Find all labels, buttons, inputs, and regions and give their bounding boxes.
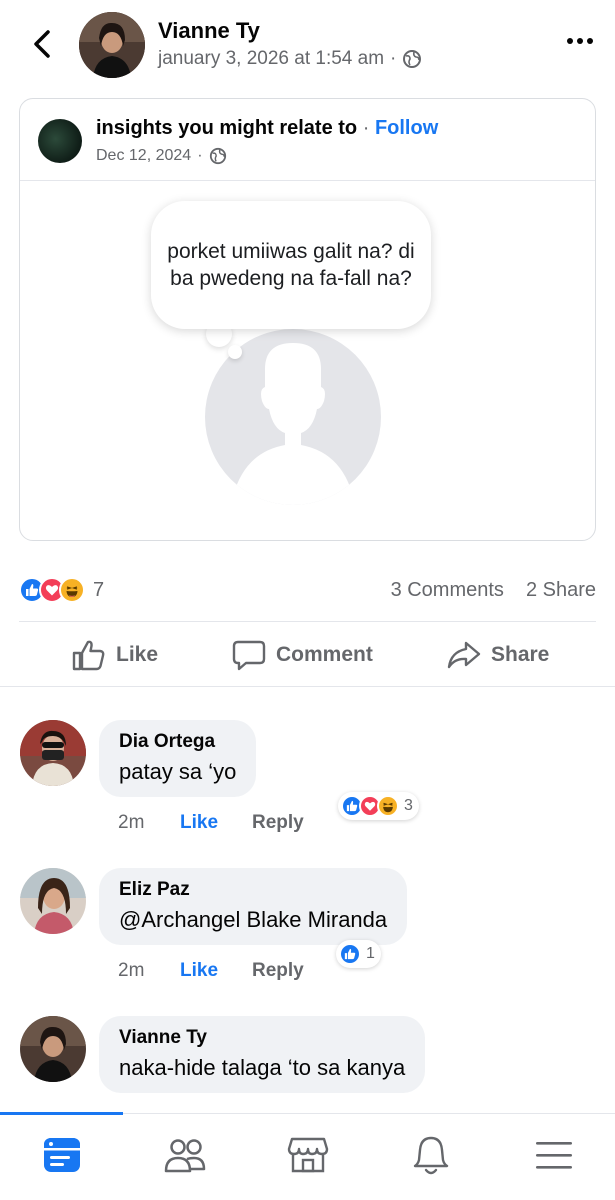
comment-icon	[232, 640, 266, 671]
comment-time: 2m	[118, 812, 145, 833]
friends-icon	[164, 1139, 205, 1173]
divider	[19, 621, 596, 622]
marketplace-icon	[287, 1137, 328, 1173]
meta-separator: ·	[390, 48, 397, 69]
haha-reaction-icon	[377, 795, 399, 817]
more-options-button[interactable]	[565, 22, 595, 53]
bottom-tab-bar	[0, 1112, 615, 1200]
chevron-left-icon	[34, 30, 50, 58]
globe-icon	[403, 50, 422, 68]
commenter-avatar[interactable]	[20, 720, 86, 786]
haha-reaction-icon	[59, 577, 85, 603]
comments-count[interactable]: 3 Comments	[391, 579, 504, 602]
comment-label: Comment	[276, 643, 373, 666]
shares-count[interactable]: 2 Share	[526, 579, 596, 602]
share-button[interactable]: Share	[447, 640, 549, 670]
commenter-name[interactable]: Dia Ortega	[119, 731, 236, 753]
title-separator: ·	[362, 117, 370, 139]
commenter-name[interactable]: Vianne Ty	[119, 1027, 405, 1049]
post-stats: 7 3 Comments 2 Share	[19, 572, 596, 608]
post-header: Vianne Ty january 3, 2026 at 1:54 am ·	[0, 0, 615, 90]
thought-bubble-text: porket umiiwas galit na? di ba pwedeng n…	[167, 240, 415, 290]
comment-reactions[interactable]: 1	[336, 940, 381, 968]
comment-bubble[interactable]: Dia Ortega patay sa ‘yo	[99, 720, 257, 797]
globe-icon	[209, 147, 226, 165]
stats-right: 3 Comments 2 Share	[391, 579, 596, 602]
shared-post-image[interactable]: porket umiiwas galit na? di ba pwedeng n…	[20, 181, 595, 540]
comment-button[interactable]: Comment	[232, 639, 373, 671]
commenter-name[interactable]: Eliz Paz	[119, 879, 387, 901]
poster-avatar[interactable]	[79, 12, 145, 78]
tab-friends[interactable]	[123, 1132, 246, 1178]
reaction-count[interactable]: 7	[93, 579, 104, 602]
menu-icon	[535, 1142, 572, 1169]
tab-feed[interactable]	[0, 1132, 123, 1178]
like-button[interactable]: Like	[72, 639, 158, 671]
comment-like-button[interactable]: Like	[180, 960, 252, 982]
comment-text: naka-hide talaga ‘to sa kanya	[119, 1055, 406, 1080]
notifications-icon	[413, 1136, 448, 1175]
comment-bubble[interactable]: Vianne Ty naka-hide talaga ‘to sa kanya	[99, 1016, 426, 1093]
like-reaction-icon	[339, 943, 361, 965]
comment-reaction-count: 3	[404, 797, 413, 814]
share-icon	[447, 641, 481, 669]
share-label: Share	[491, 643, 550, 666]
comment-meta: 2m Like Reply	[118, 960, 304, 982]
shared-post-title: insights you might relate to · Follow	[96, 117, 438, 140]
commenter-avatar[interactable]	[20, 868, 86, 934]
page-name[interactable]: insights you might relate to	[96, 117, 357, 139]
tab-marketplace[interactable]	[246, 1132, 369, 1178]
shared-post-header: insights you might relate to · Follow De…	[20, 99, 595, 181]
back-button[interactable]	[22, 24, 62, 64]
post-actions: Like Comment Share	[0, 630, 615, 680]
comment-reactions[interactable]: 3	[338, 792, 419, 820]
reaction-summary[interactable]	[19, 577, 85, 603]
comment-meta: 2m Like Reply	[118, 812, 304, 834]
comment-reaction-count: 1	[366, 945, 375, 962]
comment-reply-button[interactable]: Reply	[252, 812, 304, 834]
tab-menu[interactable]	[492, 1132, 615, 1178]
post-meta: january 3, 2026 at 1:54 am ·	[158, 48, 422, 70]
tab-notifications[interactable]	[369, 1132, 492, 1178]
follow-button[interactable]: Follow	[375, 117, 438, 139]
comment-bubble[interactable]: Eliz Paz @Archangel Blake Miranda	[99, 868, 408, 945]
active-tab-indicator	[0, 1112, 123, 1115]
thought-dot-small	[228, 345, 242, 359]
commenter-avatar[interactable]	[20, 1016, 86, 1082]
shared-post-date[interactable]: Dec 12, 2024	[96, 147, 191, 165]
page-avatar[interactable]	[38, 119, 82, 163]
comment-text: patay sa ‘yo	[119, 759, 237, 784]
poster-name[interactable]: Vianne Ty	[158, 18, 260, 44]
comment-time: 2m	[118, 960, 145, 981]
comment-like-button[interactable]: Like	[180, 812, 252, 834]
divider	[0, 686, 615, 687]
more-horizontal-icon	[567, 38, 593, 44]
thought-bubble: porket umiiwas galit na? di ba pwedeng n…	[151, 201, 431, 329]
shared-post-card[interactable]: insights you might relate to · Follow De…	[19, 98, 596, 541]
post-timestamp[interactable]: january 3, 2026 at 1:54 am	[158, 48, 384, 70]
feed-icon	[43, 1138, 80, 1172]
comment-reply-button[interactable]: Reply	[252, 960, 304, 982]
shared-post-meta: Dec 12, 2024 ·	[96, 147, 227, 165]
like-label: Like	[116, 643, 159, 666]
thumbs-up-icon	[72, 640, 105, 671]
date-separator: ·	[197, 147, 203, 164]
comment-text: @Archangel Blake Miranda	[119, 907, 388, 932]
